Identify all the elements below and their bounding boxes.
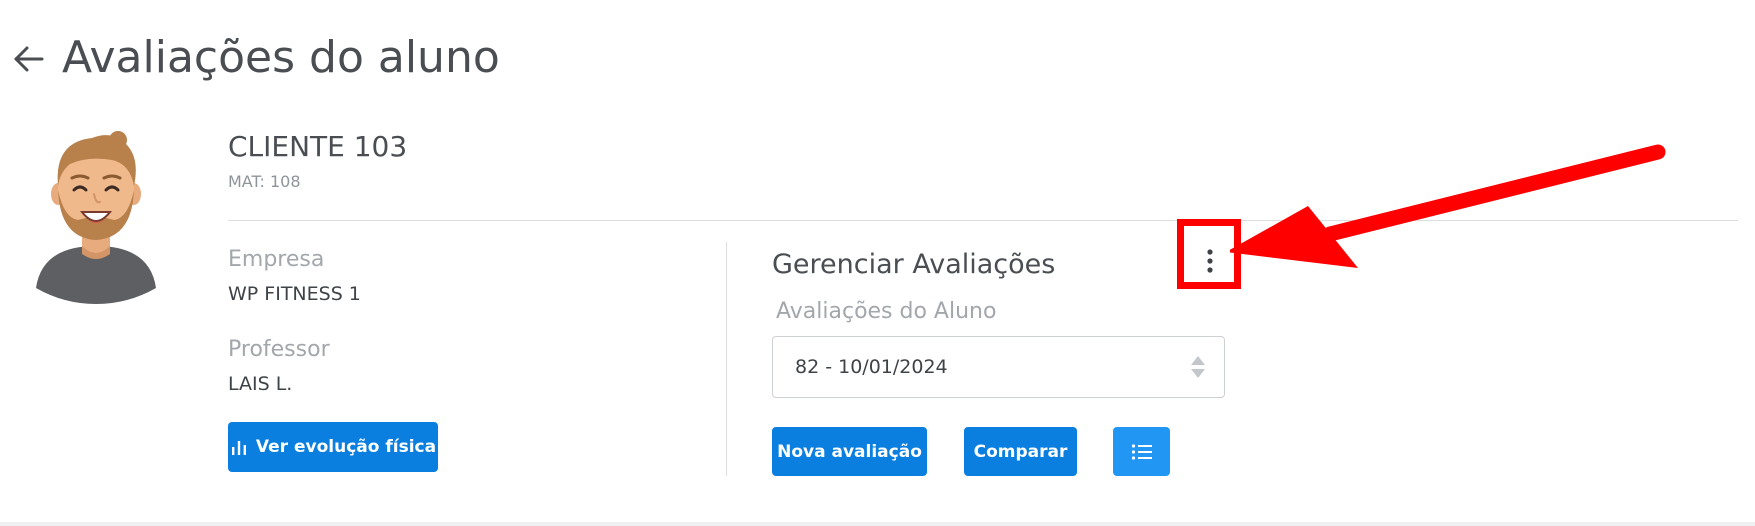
empresa-label: Empresa bbox=[228, 247, 325, 272]
sort-caret-icon bbox=[1191, 356, 1205, 378]
gerenciar-title: Gerenciar Avaliações bbox=[772, 249, 1056, 280]
list-icon bbox=[1131, 443, 1152, 460]
avatar bbox=[36, 131, 156, 304]
list-button[interactable] bbox=[1113, 427, 1170, 476]
professor-value: LAIS L. bbox=[228, 373, 293, 395]
ver-evolucao-label: Ver evolução física bbox=[255, 437, 437, 457]
annotation-arrow bbox=[1230, 144, 1666, 268]
bottom-border bbox=[0, 522, 1755, 526]
nova-avaliacao-button[interactable]: Nova avaliação bbox=[772, 427, 927, 476]
professor-label: Professor bbox=[228, 337, 330, 362]
bar-chart-icon bbox=[231, 441, 246, 455]
empresa-value: WP FITNESS 1 bbox=[228, 283, 361, 305]
avaliacoes-select[interactable]: 82 - 10/01/2024 bbox=[772, 336, 1225, 398]
client-mat: MAT: 108 bbox=[228, 172, 301, 191]
client-name: CLIENTE 103 bbox=[228, 130, 408, 163]
back-arrow-icon[interactable] bbox=[12, 42, 46, 76]
page-title: Avaliações do aluno bbox=[62, 32, 500, 83]
ver-evolucao-button[interactable]: Ver evolução física bbox=[228, 422, 438, 472]
vertical-divider bbox=[726, 242, 727, 476]
avaliacoes-select-value: 82 - 10/01/2024 bbox=[795, 356, 948, 378]
comparar-button[interactable]: Comparar bbox=[964, 427, 1077, 476]
avaliacoes-aluno-label: Avaliações do Aluno bbox=[776, 299, 997, 324]
